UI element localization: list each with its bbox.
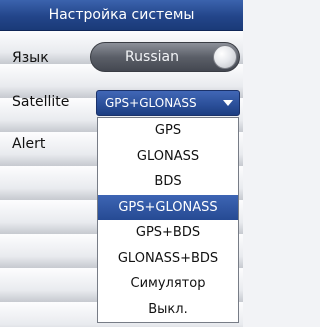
chevron-down-icon — [223, 100, 233, 106]
language-toggle[interactable]: Russian — [90, 42, 240, 72]
satellite-dropdown-list: GPS GLONASS BDS GPS+GLONASS GPS+BDS GLON… — [97, 117, 239, 323]
language-label: Язык — [12, 50, 49, 66]
option-gps-bds[interactable]: GPS+BDS — [98, 220, 238, 246]
option-bds[interactable]: BDS — [98, 169, 238, 195]
satellite-value: GPS+GLONASS — [105, 96, 197, 110]
option-glonass[interactable]: GLONASS — [98, 144, 238, 170]
option-gps-glonass[interactable]: GPS+GLONASS — [98, 194, 238, 220]
satellite-label: Satellite — [12, 94, 70, 110]
satellite-select[interactable]: GPS+GLONASS — [96, 90, 240, 116]
alert-label: Alert — [12, 136, 46, 152]
language-value: Russian — [125, 49, 179, 65]
option-simulator[interactable]: Симулятор — [98, 271, 238, 297]
option-gps[interactable]: GPS — [98, 118, 238, 144]
page-title: Настройка системы — [0, 0, 243, 31]
toggle-knob-icon — [213, 45, 237, 69]
option-off[interactable]: Выкл. — [98, 297, 238, 323]
option-glonass-bds[interactable]: GLONASS+BDS — [98, 246, 238, 272]
